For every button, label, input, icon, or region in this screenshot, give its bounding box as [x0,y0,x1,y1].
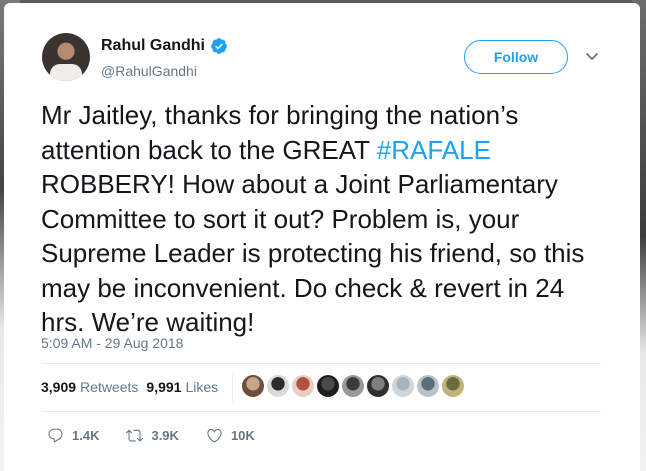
reply-icon [48,428,63,443]
tweet-timestamp[interactable]: 5:09 AM - 29 Aug 2018 [41,335,183,351]
divider-bottom [41,411,601,412]
retweet-count: 3.9K [151,428,179,443]
liker-avatar[interactable] [342,375,364,397]
liker-avatar[interactable] [392,375,414,397]
tweet-text: Mr Jaitley, thanks for bringing the nati… [41,98,611,340]
liker-avatar[interactable] [242,375,264,397]
retweets-count: 3,909 [41,379,77,395]
like-icon [207,428,222,443]
liker-avatar[interactable] [442,375,464,397]
engagement-stats: 3,909 Retweets 9,991 Likes [41,379,226,395]
stats-separator [232,373,233,403]
follow-button[interactable]: Follow [464,40,568,74]
liker-avatar[interactable] [367,375,389,397]
retweets-label: Retweets [80,379,139,395]
hashtag-link[interactable]: #RAFALE [377,135,491,165]
likes-count: 9,991 [146,379,182,395]
like-count: 10K [230,428,255,443]
like-button[interactable]: 10K [206,427,255,444]
liker-avatar[interactable] [417,375,439,397]
chevron-down-icon[interactable] [585,51,599,63]
liker-avatar[interactable] [292,375,314,397]
retweet-icon [126,429,144,442]
liker-avatar[interactable] [267,375,289,397]
divider-top [41,363,601,364]
avatar-shirt [50,64,82,81]
author-name-row: Rahul Gandhi [101,37,228,55]
tweet-text-after: ROBBERY! How about a Joint Parliamentary… [41,169,585,337]
author-handle[interactable]: @RahulGandhi [101,63,197,79]
likers-avatars [242,375,467,397]
author-name[interactable]: Rahul Gandhi [101,37,205,55]
verified-badge-icon [211,38,227,54]
tweet-card: Rahul Gandhi @RahulGandhi Follow Mr Jait… [4,3,640,471]
liker-avatar[interactable] [317,375,339,397]
likes-label: Likes [185,379,219,395]
reply-button[interactable]: 1.4K [47,427,99,444]
author-avatar[interactable] [42,33,90,81]
retweets-stat[interactable]: 3,909 Retweets [41,379,138,395]
reply-count: 1.4K [72,428,100,443]
tweet-actions: 1.4K 3.9K 10K [47,427,282,444]
likes-stat[interactable]: 9,991 Likes [146,379,218,395]
retweet-button[interactable]: 3.9K [126,427,179,444]
